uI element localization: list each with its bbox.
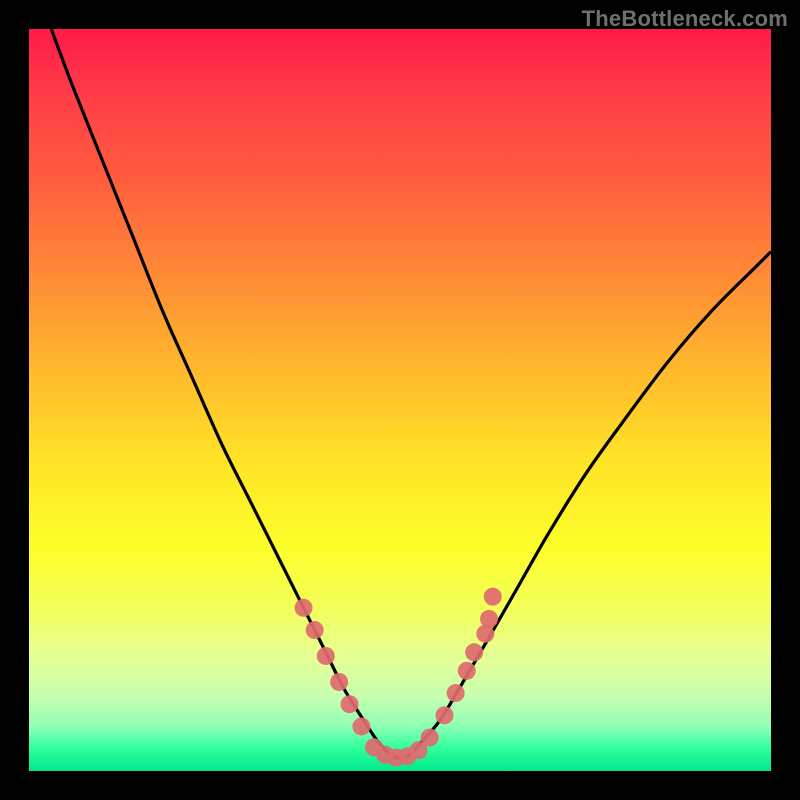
marker-bottom-6 [421, 729, 439, 747]
chart-svg [29, 29, 771, 771]
marker-right-cluster-1 [436, 706, 454, 724]
plot-area [29, 29, 771, 771]
marker-left-cluster-2 [306, 621, 324, 639]
marker-left-cluster-1 [295, 599, 313, 617]
marker-left-cluster-6 [352, 717, 370, 735]
marker-right-cluster-4 [465, 643, 483, 661]
marker-left-cluster-4 [330, 673, 348, 691]
bottleneck-curve [51, 29, 771, 758]
marker-layer [295, 588, 502, 767]
marker-left-cluster-3 [317, 647, 335, 665]
watermark-text: TheBottleneck.com [582, 6, 788, 32]
chart-frame: TheBottleneck.com [0, 0, 800, 800]
marker-right-cluster-2 [447, 684, 465, 702]
marker-right-cluster-7 [484, 588, 502, 606]
marker-right-cluster-6 [480, 610, 498, 628]
marker-left-cluster-5 [341, 695, 359, 713]
marker-right-cluster-3 [458, 662, 476, 680]
